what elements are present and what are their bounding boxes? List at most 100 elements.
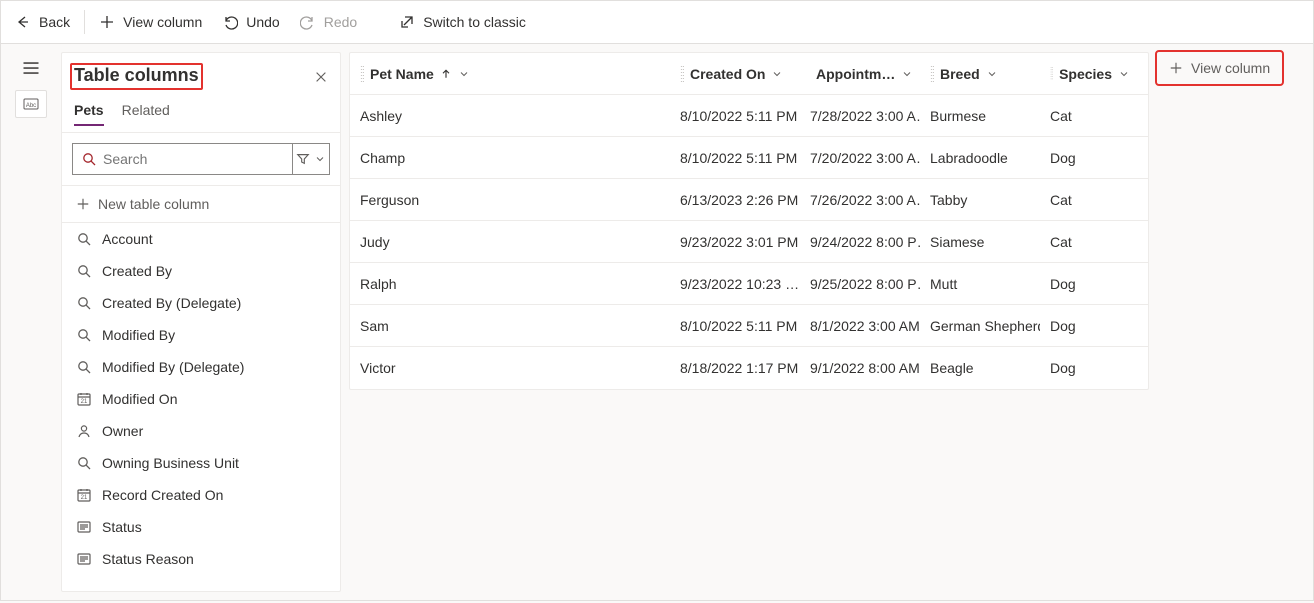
cell-breed: Labradoodle <box>920 150 1040 166</box>
tab-pets[interactable]: Pets <box>74 98 104 126</box>
redo-label: Redo <box>324 14 357 30</box>
chevron-down-icon <box>314 153 326 165</box>
cell-breed: Beagle <box>920 360 1040 376</box>
search-input[interactable] <box>103 151 284 167</box>
column-list-item[interactable]: Record Created On <box>62 479 340 511</box>
column-header-label: Species <box>1059 66 1112 82</box>
column-list-item[interactable]: Owning Business Unit <box>62 447 340 479</box>
column-list-item-label: Modified On <box>102 391 177 407</box>
panel-close-button[interactable] <box>314 70 328 84</box>
lookup-icon <box>76 327 92 343</box>
view-column-button[interactable]: View column <box>89 6 212 38</box>
back-arrow-icon <box>15 14 31 30</box>
switch-classic-button[interactable]: Switch to classic <box>389 6 536 38</box>
drag-handle-icon[interactable] <box>680 66 684 82</box>
column-list-item-label: Record Created On <box>102 487 223 503</box>
table-row[interactable]: Ashley8/10/2022 5:11 PM7/28/2022 3:00 A…… <box>350 95 1148 137</box>
search-icon <box>81 151 97 167</box>
back-label: Back <box>39 14 70 30</box>
table-row[interactable]: Sam8/10/2022 5:11 PM8/1/2022 3:00 AMGerm… <box>350 305 1148 347</box>
drag-handle-icon[interactable] <box>930 66 934 82</box>
view-column-side-button[interactable]: View column <box>1157 52 1282 84</box>
column-header-pet-name[interactable]: Pet Name <box>350 66 670 82</box>
table-row[interactable]: Judy9/23/2022 3:01 PM9/24/2022 8:00 P…Si… <box>350 221 1148 263</box>
back-button[interactable]: Back <box>5 6 80 38</box>
table-row[interactable]: Champ8/10/2022 5:11 PM7/20/2022 3:00 A…L… <box>350 137 1148 179</box>
column-list-item[interactable]: Modified On <box>62 383 340 415</box>
column-list-item[interactable]: Status Reason <box>62 543 340 575</box>
cell-created-on: 9/23/2022 10:23 … <box>670 276 800 292</box>
column-list-item[interactable]: Created By <box>62 255 340 287</box>
column-list-item[interactable]: Modified By (Delegate) <box>62 351 340 383</box>
column-list-item-label: Modified By (Delegate) <box>102 359 244 375</box>
cell-appointment: 9/24/2022 8:00 P… <box>800 234 920 250</box>
cell-created-on: 8/10/2022 5:11 PM <box>670 318 800 334</box>
cell-pet-name: Ashley <box>350 108 670 124</box>
panel-tabs: Pets Related <box>62 98 340 133</box>
column-list-item[interactable]: Created By (Delegate) <box>62 287 340 319</box>
cell-species: Dog <box>1040 276 1140 292</box>
hamburger-icon[interactable] <box>21 58 41 78</box>
lookup-icon <box>76 359 92 375</box>
cell-created-on: 8/10/2022 5:11 PM <box>670 108 800 124</box>
column-list-item[interactable]: Status <box>62 511 340 543</box>
cell-pet-name: Ralph <box>350 276 670 292</box>
table-row[interactable]: Victor8/18/2022 1:17 PM9/1/2022 8:00 AMB… <box>350 347 1148 389</box>
drag-handle-icon[interactable] <box>360 66 364 82</box>
filter-button[interactable] <box>293 143 330 175</box>
chevron-down-icon[interactable] <box>771 68 783 80</box>
redo-button[interactable]: Redo <box>290 6 367 38</box>
chevron-down-icon[interactable] <box>986 68 998 80</box>
undo-button[interactable]: Undo <box>212 6 289 38</box>
column-header-label: Appointm… <box>816 66 895 82</box>
new-column-label: New table column <box>98 196 209 212</box>
plus-icon <box>76 197 90 211</box>
data-grid: Pet Name Created On Appointm… Breed <box>349 52 1149 390</box>
column-list-item[interactable]: Modified By <box>62 319 340 351</box>
cell-species: Cat <box>1040 192 1140 208</box>
column-header-breed[interactable]: Breed <box>920 66 1040 82</box>
date-icon <box>76 391 92 407</box>
choice-icon <box>76 551 92 567</box>
undo-label: Undo <box>246 14 279 30</box>
date-icon <box>76 487 92 503</box>
switch-classic-label: Switch to classic <box>423 14 526 30</box>
column-list-item-label: Account <box>102 231 153 247</box>
chevron-down-icon[interactable] <box>901 68 913 80</box>
column-list-item-label: Owner <box>102 423 143 439</box>
column-list: AccountCreated ByCreated By (Delegate)Mo… <box>62 223 340 575</box>
chevron-down-icon[interactable] <box>1118 68 1130 80</box>
column-list-item[interactable]: Account <box>62 223 340 255</box>
cell-pet-name: Ferguson <box>350 192 670 208</box>
funnel-icon <box>296 152 310 166</box>
cell-breed: German Shepherd <box>920 318 1040 334</box>
sort-ascending-icon <box>440 68 452 80</box>
chevron-down-icon[interactable] <box>458 68 470 80</box>
cell-pet-name: Sam <box>350 318 670 334</box>
cell-created-on: 9/23/2022 3:01 PM <box>670 234 800 250</box>
tab-related[interactable]: Related <box>122 98 170 126</box>
cell-pet-name: Champ <box>350 150 670 166</box>
table-row[interactable]: Ralph9/23/2022 10:23 …9/25/2022 8:00 P…M… <box>350 263 1148 305</box>
column-list-item[interactable]: Owner <box>62 415 340 447</box>
column-header-appointment[interactable]: Appointm… <box>800 66 920 82</box>
grid-header-row: Pet Name Created On Appointm… Breed <box>350 53 1148 95</box>
table-row[interactable]: Ferguson6/13/2023 2:26 PM7/26/2022 3:00 … <box>350 179 1148 221</box>
column-header-species[interactable]: Species <box>1040 66 1140 82</box>
cell-species: Dog <box>1040 150 1140 166</box>
cell-appointment: 7/26/2022 3:00 A… <box>800 192 920 208</box>
cell-appointment: 9/25/2022 8:00 P… <box>800 276 920 292</box>
leftrail-components-tab[interactable] <box>15 90 47 118</box>
search-box[interactable] <box>72 143 293 175</box>
cell-species: Cat <box>1040 234 1140 250</box>
cell-appointment: 9/1/2022 8:00 AM <box>800 360 920 376</box>
cell-species: Dog <box>1040 318 1140 334</box>
column-list-item-label: Status <box>102 519 142 535</box>
new-table-column-button[interactable]: New table column <box>62 186 340 223</box>
lookup-icon <box>76 263 92 279</box>
drag-handle-icon[interactable] <box>1050 66 1053 82</box>
plus-icon <box>1169 61 1183 75</box>
lookup-icon <box>76 231 92 247</box>
column-header-created-on[interactable]: Created On <box>670 66 800 82</box>
lookup-icon <box>76 295 92 311</box>
